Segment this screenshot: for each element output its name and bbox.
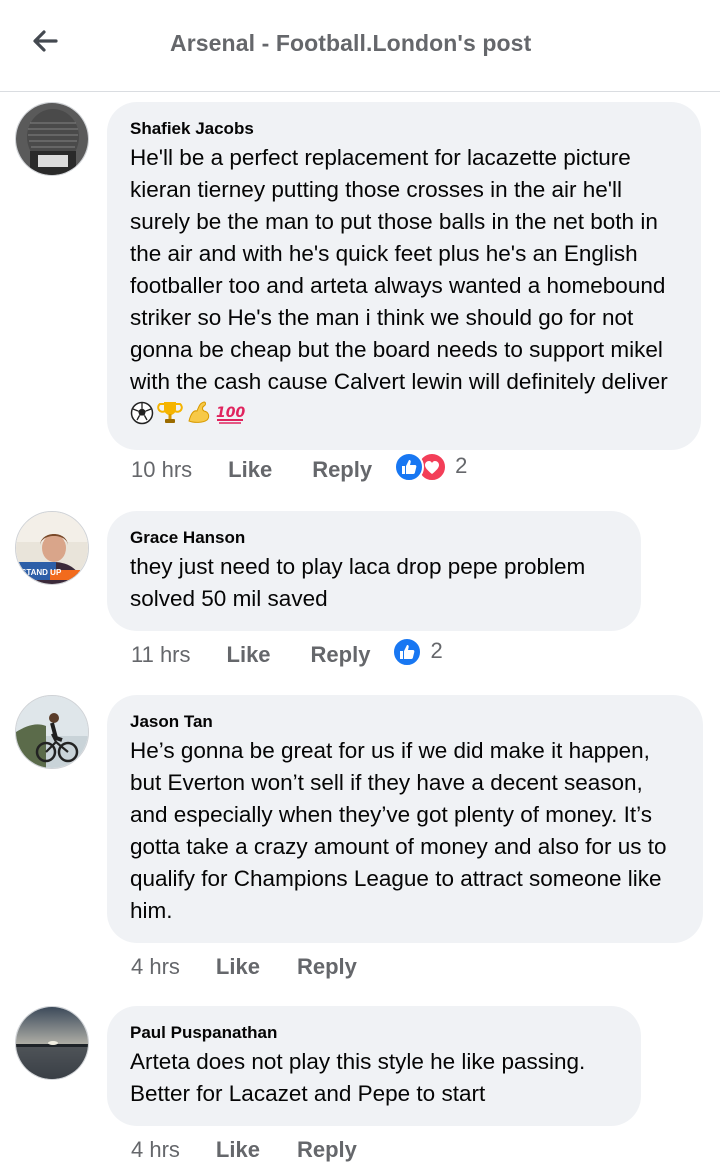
comment-bubble: Paul Puspanathan Arteta does not play th… <box>107 1006 641 1126</box>
svg-text:100: 100 <box>216 405 245 421</box>
comment-text: He’s gonna be great for us if we did mak… <box>130 738 667 923</box>
reply-button[interactable]: Reply <box>297 954 357 980</box>
back-arrow-icon <box>33 30 58 52</box>
comment-bubble: Jason Tan He’s gonna be great for us if … <box>107 695 703 943</box>
comment-author[interactable]: Jason Tan <box>130 711 681 733</box>
page-title: Arsenal - Football.London's post <box>170 30 532 56</box>
like-button[interactable]: Like <box>216 1137 260 1162</box>
top-bar: Arsenal - Football.London's post <box>0 0 720 92</box>
hundred-points-icon: 100 <box>215 401 245 434</box>
like-button[interactable]: Like <box>228 457 272 483</box>
flexed-biceps-icon <box>186 399 212 434</box>
comment-text: He'll be a perfect replacement for lacaz… <box>130 142 679 434</box>
soccer-ball-icon <box>130 401 154 434</box>
back-button[interactable] <box>26 24 64 58</box>
comment-actions: 11 hrs Like Reply 2 <box>131 637 443 672</box>
comment-text: Arteta does not play this style he like … <box>130 1049 586 1106</box>
like-reaction-icon <box>392 637 423 667</box>
trophy-icon <box>157 399 183 434</box>
comment-timestamp[interactable]: 4 hrs <box>131 954 180 980</box>
avatar[interactable] <box>15 695 89 769</box>
reaction-count: 2 <box>455 453 468 478</box>
avatar-caption: STAND UP <box>21 568 62 577</box>
comment-author[interactable]: Paul Puspanathan <box>130 1022 619 1044</box>
comment-author[interactable]: Grace Hanson <box>130 527 619 549</box>
reply-button[interactable]: Reply <box>312 457 372 483</box>
comment-actions: 4 hrs Like Reply <box>131 1133 357 1162</box>
comment-bubble: Shafiek Jacobs He'll be a perfect replac… <box>107 102 701 450</box>
comment-bubble: Grace Hanson they just need to play laca… <box>107 511 641 631</box>
avatar[interactable]: STAND UP <box>15 511 89 585</box>
comment-actions: 4 hrs Like Reply <box>131 950 357 984</box>
like-button[interactable]: Like <box>227 642 271 668</box>
comment-actions: 10 hrs Like Reply 2 <box>131 452 467 487</box>
comment-timestamp[interactable]: 4 hrs <box>131 1137 180 1162</box>
avatar[interactable] <box>15 1006 89 1080</box>
reactions-summary[interactable]: 2 <box>392 637 443 667</box>
comment-timestamp[interactable]: 11 hrs <box>131 642 191 668</box>
avatar[interactable] <box>15 102 89 176</box>
comment-text: they just need to play laca drop pepe pr… <box>130 554 586 611</box>
reply-button[interactable]: Reply <box>297 1137 357 1162</box>
like-button[interactable]: Like <box>216 954 260 980</box>
reply-button[interactable]: Reply <box>311 642 371 668</box>
comment-author[interactable]: Shafiek Jacobs <box>130 118 679 140</box>
like-reaction-icon <box>394 452 425 482</box>
reactions-summary[interactable]: 2 <box>394 452 467 482</box>
reaction-count: 2 <box>430 638 443 663</box>
comment-timestamp[interactable]: 10 hrs <box>131 457 192 483</box>
